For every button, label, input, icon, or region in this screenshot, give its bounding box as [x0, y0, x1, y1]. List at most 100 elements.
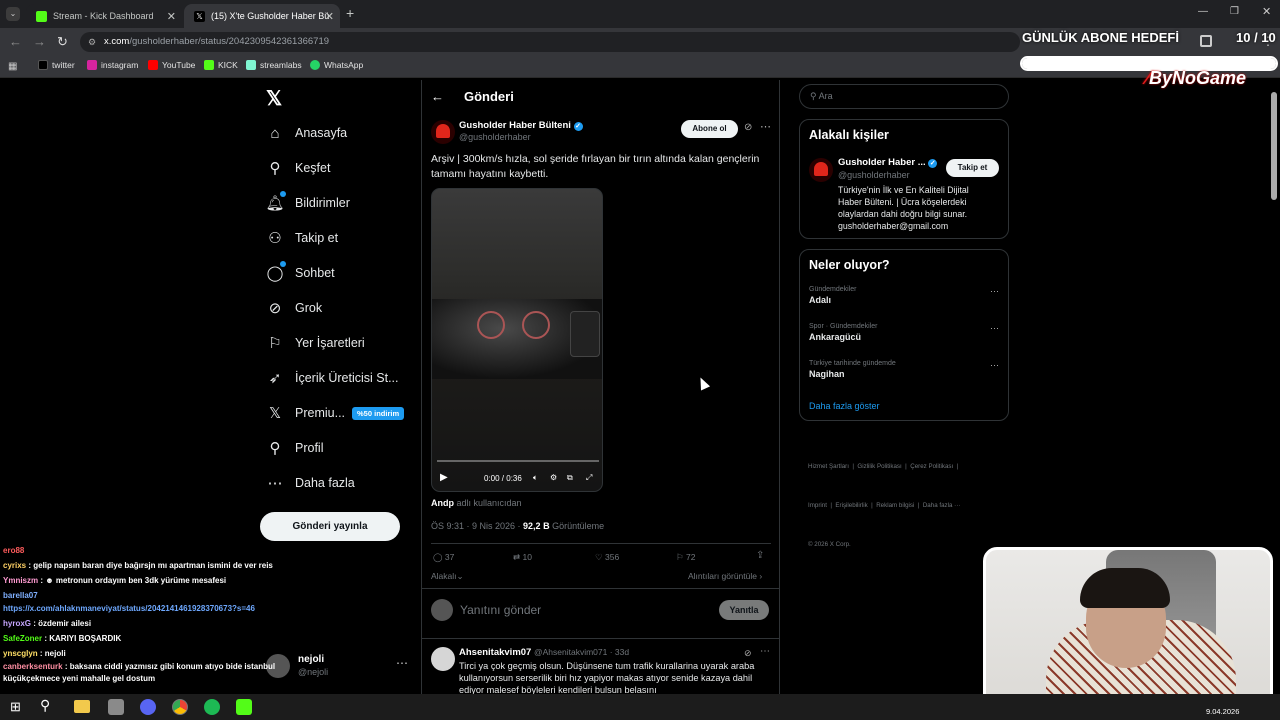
reply-avatar[interactable] — [431, 647, 455, 671]
tab-x-post[interactable]: 𝕏 (15) X'te Gusholder Haber Bülte ✕ — [184, 4, 340, 28]
volume-icon[interactable]: 🔈︎ — [533, 473, 538, 483]
video-progress-track[interactable] — [437, 460, 599, 462]
grok-icon[interactable]: ⊘ — [744, 648, 752, 659]
file-explorer-icon[interactable] — [74, 700, 90, 713]
chat-message: canberksenturk : baksana ciddi yazmısız … — [3, 662, 276, 683]
x-logo-icon[interactable]: 𝕏 — [266, 86, 282, 111]
apps-grid-icon[interactable]: ▦ — [8, 61, 17, 72]
account-switcher[interactable]: nejoli @nejoli ⋯ — [266, 652, 416, 682]
author-avatar[interactable] — [431, 120, 455, 144]
view-count: 92,2 B — [523, 521, 550, 531]
discord-icon[interactable] — [140, 699, 156, 715]
forward-icon[interactable]: → — [33, 34, 46, 49]
chat-username[interactable]: hyroxG — [3, 619, 31, 628]
sidebar-item-creator-studio[interactable]: ➶ İçerik Üreticisi St... — [266, 369, 399, 387]
reply-icon: ◯ — [433, 552, 443, 562]
bookmark-youtube[interactable]: YouTube — [148, 60, 195, 70]
chat-username[interactable]: ero88 — [3, 546, 24, 555]
sidebar-item-bookmarks[interactable]: ⚐ Yer İşaretleri — [266, 334, 364, 352]
bookmark-kick[interactable]: KICK — [204, 60, 238, 70]
sidebar-item-notifications[interactable]: 🔔︎ Bildirimler — [265, 191, 350, 212]
chat-username[interactable]: https://x.com/ahlaknmaneviyat/status/204… — [3, 604, 255, 613]
chevron-down-icon: ⌄ — [456, 571, 464, 581]
trend-item[interactable]: Gündemdekiler Adalı ⋯ — [809, 286, 999, 305]
site-info-icon[interactable]: ⚙ — [88, 32, 96, 52]
reply-author-name[interactable]: Ahsenitakvim07 — [459, 647, 531, 658]
related-name[interactable]: Gusholder Haber ... ✓ — [838, 157, 938, 168]
reload-icon[interactable]: ↻ — [57, 34, 68, 50]
url-field[interactable]: ⚙ x.com/gusholderhaber/status/2042309542… — [80, 32, 1020, 52]
bookmark-instagram[interactable]: instagram — [87, 60, 138, 70]
post-button[interactable]: Gönderi yayınla — [260, 512, 400, 541]
trend-item[interactable]: Türkiye tarihinde gündemde Nagihan ⋯ — [809, 360, 999, 379]
sidebar-item-profile[interactable]: ⚲ Profil — [266, 439, 324, 457]
close-icon[interactable]: ✕ — [167, 10, 176, 23]
sidebar-item-more[interactable]: ⋯ Daha fazla — [266, 474, 355, 492]
whatsapp-icon — [310, 60, 320, 70]
chat-username[interactable]: cyrixs — [3, 561, 26, 570]
subscribe-button[interactable]: Abone ol — [681, 120, 738, 138]
app-icon[interactable] — [108, 699, 124, 715]
sidebar-item-explore[interactable]: ⚲ Keşfet — [266, 159, 331, 177]
reply-button[interactable]: Yanıtla — [719, 600, 769, 620]
sidebar-item-chat[interactable]: ◯ Sohbet — [266, 261, 335, 282]
follow-button[interactable]: Takip et — [946, 159, 999, 177]
play-icon[interactable]: ▶ — [440, 472, 448, 483]
sidebar-item-follow[interactable]: ⚇ Takip et — [266, 229, 338, 247]
view-quotes-link[interactable]: Alıntıları görüntüle › — [688, 571, 762, 581]
tab-search-button[interactable]: ⌄ — [6, 7, 20, 21]
trend-item[interactable]: Spor · Gündemdekiler Ankaragücü ⋯ — [809, 323, 999, 342]
spotify-icon[interactable] — [204, 699, 220, 715]
video-player[interactable]: ▶ 0:00 / 0:36 🔈︎ ⚙ ⧉ ⤢ — [431, 188, 603, 492]
sidebar-item-premium[interactable]: 𝕏 Premiu... %50 indirim — [266, 404, 405, 422]
sort-relevance-dropdown[interactable]: Alakalı⌄ — [431, 571, 464, 582]
like-action[interactable]: ♡ 356 — [595, 552, 619, 563]
back-arrow-icon[interactable]: ← — [431, 89, 444, 104]
search-input[interactable]: ⚲ Ara — [799, 84, 1009, 109]
settings-icon[interactable]: ⚙ — [550, 473, 557, 482]
more-dots-icon[interactable]: ⋯ — [760, 120, 771, 133]
minimize-icon[interactable]: — — [1198, 6, 1208, 17]
bookmark-twitter[interactable]: twitter — [38, 60, 75, 70]
close-icon[interactable]: ✕ — [325, 10, 334, 23]
author-name[interactable]: Gusholder Haber Bülteni ✓ — [459, 120, 583, 131]
bookmark-whatsapp[interactable]: WhatsApp — [310, 60, 363, 70]
attribution-user[interactable]: Andp — [431, 498, 454, 508]
back-icon[interactable]: ← — [9, 34, 22, 49]
chat-username[interactable]: SafeZoner — [3, 634, 42, 643]
share-icon[interactable]: ⇪ — [756, 550, 764, 561]
extensions-icon[interactable] — [1200, 35, 1212, 47]
more-dots-icon[interactable]: ⋯ — [990, 323, 999, 334]
sidebar-item-grok[interactable]: ⊘ Grok — [266, 299, 322, 317]
windows-start-icon[interactable]: ⊞ — [10, 699, 21, 715]
chat-username[interactable]: ynscglyn — [3, 649, 38, 658]
bookmark-action[interactable]: ⚐ 72 — [676, 552, 695, 563]
chat-username[interactable]: Ymniszm — [3, 576, 38, 585]
kick-app-icon[interactable] — [236, 699, 252, 715]
chat-username[interactable]: barella07 — [3, 591, 38, 600]
more-dots-icon[interactable]: ⋯ — [990, 360, 999, 371]
grok-icon[interactable]: ⊘ — [744, 122, 752, 133]
search-icon: ⚲ — [810, 91, 817, 101]
search-icon[interactable]: ⚲ — [40, 697, 50, 714]
window-close-icon[interactable]: ✕ — [1262, 5, 1271, 18]
sidebar-item-home[interactable]: ⌂ Anasayfa — [266, 124, 347, 142]
related-avatar[interactable] — [809, 158, 833, 182]
scrollbar[interactable] — [1271, 92, 1277, 200]
show-more-link[interactable]: Daha fazla göster — [809, 401, 880, 411]
repost-action[interactable]: ⇄ 10 — [513, 552, 532, 563]
reply-input[interactable]: Yanıtını gönder — [460, 603, 541, 617]
new-tab-button[interactable]: + — [346, 5, 354, 21]
more-dots-icon[interactable]: ⋯ — [396, 656, 408, 670]
bookmark-streamlabs[interactable]: streamlabs — [246, 60, 302, 70]
reply-action[interactable]: ◯ 37 — [433, 552, 454, 563]
tab-kick-dashboard[interactable]: Stream - Kick Dashboard ✕ — [26, 4, 182, 28]
grok-icon: ⊘ — [268, 300, 282, 317]
pip-icon[interactable]: ⧉ — [567, 473, 573, 483]
fullscreen-icon[interactable]: ⤢ — [586, 473, 592, 483]
chat-username[interactable]: canberksenturk — [3, 662, 63, 671]
chrome-icon[interactable] — [172, 699, 188, 715]
more-dots-icon[interactable]: ⋯ — [990, 286, 999, 297]
more-dots-icon[interactable]: ⋯ — [760, 646, 770, 657]
restore-icon[interactable]: ❐ — [1230, 6, 1239, 17]
